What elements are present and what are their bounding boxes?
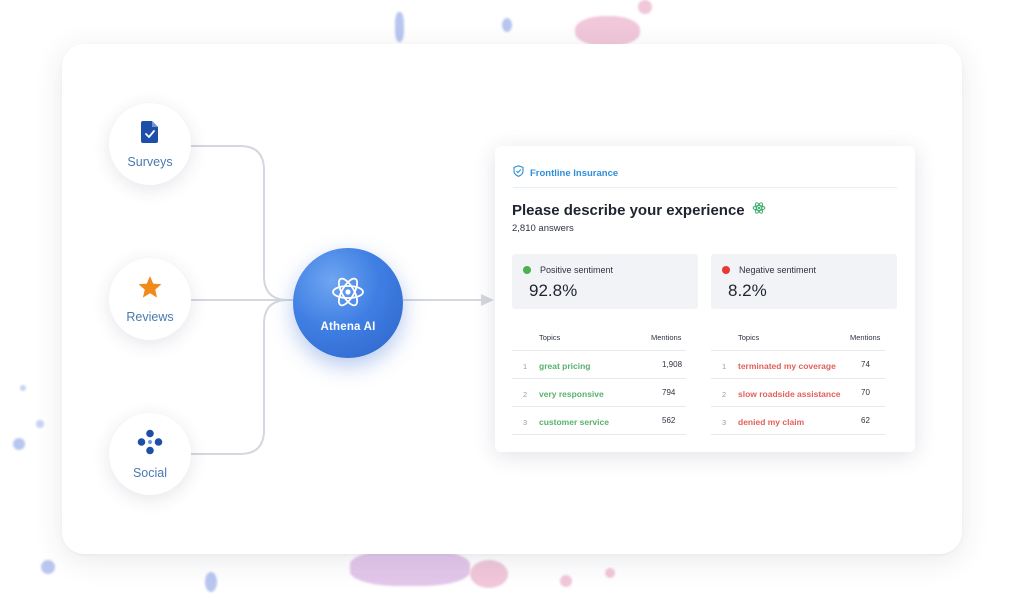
topic-cell: very responsive <box>539 389 604 399</box>
mentions-cell: 794 <box>662 388 676 397</box>
row-number: 3 <box>523 418 528 427</box>
source-reviews[interactable]: Reviews <box>109 258 191 340</box>
sentiment-label: Negative sentiment <box>739 265 817 275</box>
hub-label: Athena AI <box>320 320 376 333</box>
survey-document-icon <box>140 120 160 149</box>
positive-sentiment-card: Positive sentiment 92.8% <box>512 254 698 309</box>
sentiment-value: 92.8% <box>529 281 578 300</box>
table-row[interactable]: 2 very responsive 794 <box>512 379 686 407</box>
column-header-mentions: Mentions <box>651 333 682 342</box>
brand-name: Frontline Insurance <box>530 167 619 179</box>
row-number: 3 <box>722 418 727 427</box>
negative-topics-table: Topics Mentions 1 terminated my coverage… <box>711 326 885 435</box>
row-number: 2 <box>523 390 528 399</box>
sentiment-value: 8.2% <box>728 281 767 300</box>
column-header-topics: Topics <box>539 333 561 342</box>
atom-icon <box>752 201 766 220</box>
row-number: 2 <box>722 390 727 399</box>
mentions-cell: 70 <box>861 388 870 397</box>
divider <box>513 187 897 188</box>
table-row[interactable]: 1 terminated my coverage 74 <box>711 351 885 379</box>
mentions-cell: 562 <box>662 416 676 425</box>
column-header-mentions: Mentions <box>850 333 881 342</box>
athena-ai-hub[interactable]: Athena AI <box>293 248 403 358</box>
answers-count: 2,810 answers <box>512 223 574 234</box>
row-number: 1 <box>722 362 727 371</box>
mentions-cell: 1,908 <box>662 360 683 369</box>
survey-result-panel: Frontline Insurance Please describe your… <box>495 146 915 452</box>
topic-cell: terminated my coverage <box>738 361 836 371</box>
mentions-cell: 62 <box>861 416 870 425</box>
table-row[interactable]: 3 customer service 562 <box>512 407 686 435</box>
table-row[interactable]: 3 denied my claim 62 <box>711 407 885 435</box>
source-surveys[interactable]: Surveys <box>109 103 191 185</box>
source-label: Social <box>132 465 168 480</box>
positive-dot-icon <box>523 266 531 274</box>
topic-cell: slow roadside assistance <box>738 389 841 399</box>
table-row[interactable]: 1 great pricing 1,908 <box>512 351 686 379</box>
negative-dot-icon <box>722 266 730 274</box>
row-number: 1 <box>523 362 528 371</box>
source-label: Reviews <box>126 309 174 324</box>
table-header: Topics Mentions <box>512 326 686 351</box>
column-header-topics: Topics <box>738 333 760 342</box>
source-social[interactable]: Social <box>109 413 191 495</box>
topic-cell: great pricing <box>539 361 591 371</box>
sentiment-label: Positive sentiment <box>540 265 614 275</box>
brand: Frontline Insurance <box>513 164 618 182</box>
source-label: Surveys <box>127 154 173 169</box>
negative-sentiment-card: Negative sentiment 8.2% <box>711 254 897 309</box>
positive-topics-table: Topics Mentions 1 great pricing 1,908 2 … <box>512 326 686 435</box>
topic-cell: denied my claim <box>738 417 805 427</box>
atom-icon <box>330 274 366 315</box>
social-nodes-icon <box>137 429 163 460</box>
question-heading: Please describe your experience <box>512 201 766 220</box>
topic-cell: customer service <box>539 417 609 427</box>
mentions-cell: 74 <box>861 360 870 369</box>
table-header: Topics Mentions <box>711 326 885 351</box>
question-text: Please describe your experience <box>512 202 745 219</box>
star-icon <box>137 275 163 304</box>
table-row[interactable]: 2 slow roadside assistance 70 <box>711 379 885 407</box>
shield-check-icon <box>513 164 524 182</box>
